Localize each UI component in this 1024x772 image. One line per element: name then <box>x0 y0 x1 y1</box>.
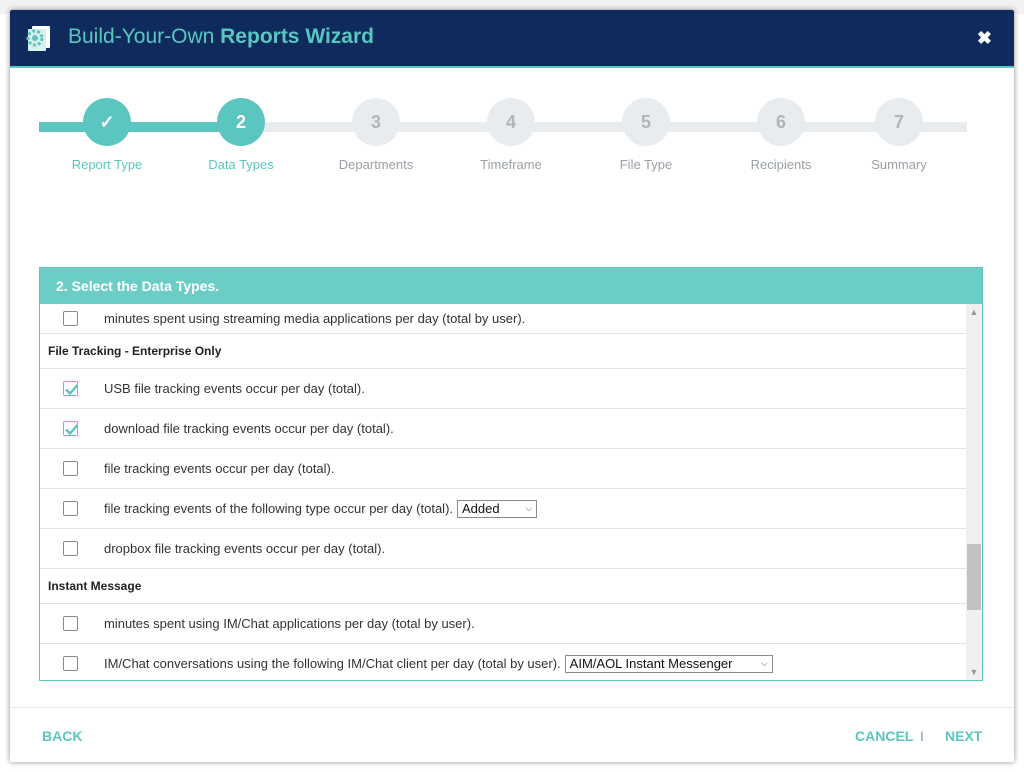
step-checkmark-icon: ✓ <box>83 98 131 146</box>
item-label: USB file tracking events occur per day (… <box>104 381 365 396</box>
dialog-footer: BACK CANCEL I NEXT <box>10 707 1014 762</box>
list-item[interactable]: minutes spent using streaming media appl… <box>40 304 966 334</box>
close-icon[interactable]: ✖ <box>977 27 992 49</box>
title-prefix: Build-Your-Own <box>68 25 221 48</box>
next-button[interactable]: NEXT <box>945 728 982 744</box>
checkmark-icon <box>65 383 79 395</box>
step-timeframe: 4 Timeframe <box>451 98 571 172</box>
step-label: Departments <box>338 157 414 172</box>
step-label: Timeframe <box>480 157 542 172</box>
checkbox[interactable] <box>63 460 78 476</box>
select-value: AIM/AOL Instant Messenger <box>569 656 733 671</box>
step-report-type[interactable]: ✓ Report Type <box>47 98 167 172</box>
wizard-stepper: ✓ Report Type 2 Data Types 3 Departments… <box>10 90 1014 190</box>
chevron-down-icon: ⌵ <box>760 658 768 668</box>
step-label: Summary <box>871 157 927 172</box>
checkbox-checked[interactable] <box>63 420 79 436</box>
list-item[interactable]: USB file tracking events occur per day (… <box>40 369 966 409</box>
list-item[interactable]: file tracking events occur per day (tota… <box>40 449 966 489</box>
step-number: 5 <box>622 98 670 146</box>
item-label: IM/Chat conversations using the followin… <box>104 656 561 671</box>
checkbox[interactable] <box>63 540 78 556</box>
checkbox[interactable] <box>63 655 78 671</box>
im-client-select[interactable]: AIM/AOL Instant Messenger ⌵ <box>564 654 773 673</box>
section-header-file-tracking: File Tracking - Enterprise Only <box>40 334 966 369</box>
checkmark-icon <box>65 423 79 435</box>
checkbox[interactable] <box>63 500 78 516</box>
data-types-panel: 2. Select the Data Types. minutes spent … <box>39 267 983 681</box>
select-value: Added <box>462 501 500 516</box>
footer-separator: I <box>920 728 924 744</box>
chevron-down-icon: ⌵ <box>525 503 533 513</box>
step-label: Report Type <box>71 157 143 172</box>
checkbox[interactable] <box>63 310 78 326</box>
back-button[interactable]: BACK <box>42 728 82 744</box>
scrollbar-thumb[interactable] <box>967 544 981 610</box>
item-label: download file tracking events occur per … <box>104 421 394 436</box>
step-label: File Type <box>619 157 673 172</box>
step-file-type: 5 File Type <box>586 98 706 172</box>
title-emphasis: Reports Wizard <box>220 25 374 48</box>
list-item[interactable]: download file tracking events occur per … <box>40 409 966 449</box>
item-label: minutes spent using IM/Chat applications… <box>104 616 475 631</box>
reports-wizard-dialog: Build-Your-Own Reports Wizard ✖ ✓ Report… <box>10 10 1014 762</box>
step-departments: 3 Departments <box>316 98 436 172</box>
scroll-down-icon[interactable]: ▼ <box>966 664 982 680</box>
file-event-type-select[interactable]: Added ⌵ <box>457 499 538 518</box>
data-types-list[interactable]: minutes spent using streaming media appl… <box>40 304 966 680</box>
step-recipients: 6 Recipients <box>721 98 841 172</box>
list-item[interactable]: dropbox file tracking events occur per d… <box>40 529 966 569</box>
cancel-button[interactable]: CANCEL <box>855 728 913 744</box>
item-label: file tracking events of the following ty… <box>104 501 454 516</box>
step-number: 4 <box>487 98 535 146</box>
checkbox-checked[interactable] <box>63 380 79 396</box>
item-label: minutes spent using streaming media appl… <box>104 311 526 326</box>
list-item[interactable]: IM/Chat conversations using the followin… <box>40 644 966 680</box>
scroll-up-icon[interactable]: ▲ <box>966 304 982 320</box>
step-data-types[interactable]: 2 Data Types <box>181 98 301 172</box>
section-header-instant-message: Instant Message <box>40 569 966 604</box>
list-scrollbar[interactable]: ▲ ▼ <box>966 304 982 680</box>
step-number: 7 <box>875 98 923 146</box>
step-label: Recipients <box>750 157 812 172</box>
list-item[interactable]: minutes spent using IM/Chat applications… <box>40 604 966 644</box>
checkbox[interactable] <box>63 615 78 631</box>
step-number: 2 <box>217 98 265 146</box>
step-number: 3 <box>352 98 400 146</box>
panel-title: 2. Select the Data Types. <box>40 268 982 304</box>
step-number: 6 <box>757 98 805 146</box>
reports-logo-icon <box>26 26 50 51</box>
item-label: file tracking events occur per day (tota… <box>104 461 335 476</box>
step-summary: 7 Summary <box>839 98 959 172</box>
dialog-header: Build-Your-Own Reports Wizard ✖ <box>10 10 1014 68</box>
list-item[interactable]: file tracking events of the following ty… <box>40 489 966 529</box>
step-label: Data Types <box>208 157 274 172</box>
item-label: dropbox file tracking events occur per d… <box>104 541 386 556</box>
dialog-title: Build-Your-Own Reports Wizard <box>68 25 374 49</box>
